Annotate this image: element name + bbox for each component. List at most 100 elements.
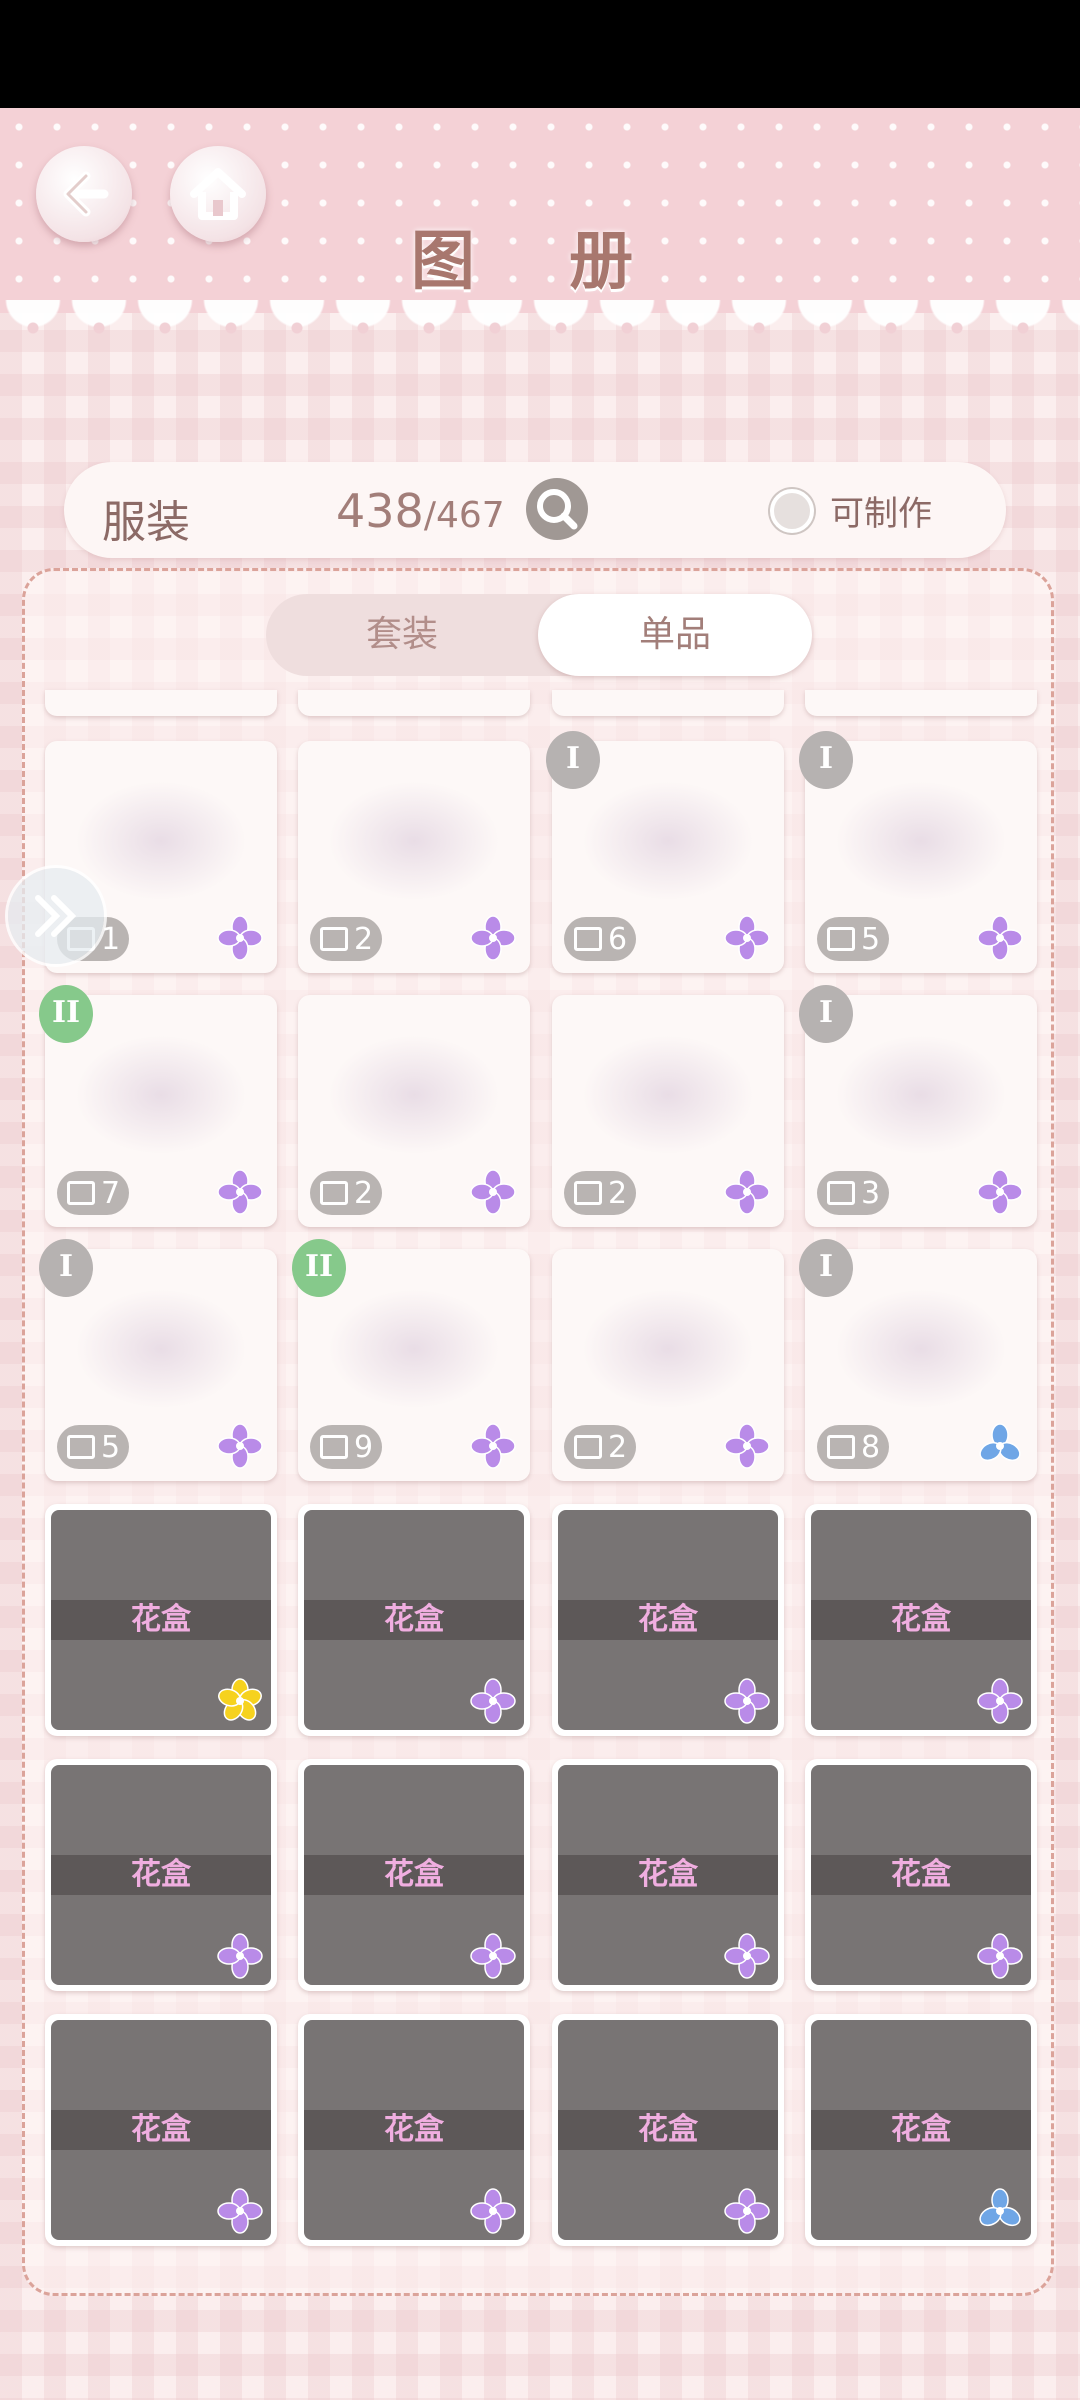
list-item[interactable]: 花盒 bbox=[298, 1504, 530, 1736]
wardrobe-icon bbox=[574, 1435, 602, 1459]
flower-box-label: 花盒 bbox=[558, 2110, 778, 2150]
owned-count-badge: 5 bbox=[817, 917, 889, 961]
wardrobe-icon bbox=[67, 1181, 95, 1205]
owned-count-badge: 7 bbox=[57, 1171, 129, 1215]
purple-flower-icon bbox=[724, 1169, 770, 1215]
list-item[interactable]: 5I bbox=[799, 731, 1037, 973]
purple-flower-icon bbox=[977, 1678, 1023, 1724]
wardrobe-icon bbox=[827, 1435, 855, 1459]
purple-flower-icon bbox=[724, 1678, 770, 1724]
owned-count: 5 bbox=[101, 1429, 121, 1465]
list-item[interactable]: 9 II bbox=[292, 1239, 530, 1481]
item-thumbnail bbox=[835, 1289, 1007, 1409]
item-thumbnail bbox=[582, 781, 754, 901]
tier-badge: II bbox=[39, 985, 93, 1043]
search-button[interactable] bbox=[526, 478, 588, 540]
purple-flower-icon bbox=[470, 2188, 516, 2234]
purple-flower-icon bbox=[724, 1933, 770, 1979]
list-item[interactable]: 花盒 bbox=[45, 1504, 277, 1736]
purple-flower-icon bbox=[217, 1423, 263, 1469]
list-item[interactable]: 2 bbox=[552, 1249, 784, 1481]
tab-sets[interactable]: 套装 bbox=[266, 594, 538, 676]
purple-flower-icon bbox=[217, 2188, 263, 2234]
list-item-partial[interactable] bbox=[45, 690, 277, 716]
tier-badge: I bbox=[799, 1239, 853, 1297]
purple-flower-icon bbox=[977, 1169, 1023, 1215]
list-item[interactable]: 8I bbox=[799, 1239, 1037, 1481]
owned-count-badge: 9 bbox=[310, 1425, 382, 1469]
wardrobe-icon bbox=[320, 1181, 348, 1205]
list-item[interactable]: 花盒 bbox=[805, 2014, 1037, 2246]
list-item-partial[interactable] bbox=[805, 690, 1037, 716]
owned-count: 438 bbox=[336, 484, 424, 538]
list-item[interactable]: 5I bbox=[39, 1239, 277, 1481]
owned-count: 9 bbox=[354, 1429, 374, 1465]
tier-badge: I bbox=[799, 731, 853, 789]
list-item[interactable]: 6I bbox=[546, 731, 784, 973]
purple-flower-icon bbox=[217, 1933, 263, 1979]
owned-count: 2 bbox=[354, 1175, 374, 1211]
list-item[interactable]: 花盒 bbox=[298, 2014, 530, 2246]
wardrobe-icon bbox=[320, 927, 348, 951]
tier-badge: I bbox=[39, 1239, 93, 1297]
item-thumbnail bbox=[582, 1289, 754, 1409]
list-item[interactable]: 花盒 bbox=[298, 1759, 530, 1991]
category-label: 服装 bbox=[102, 497, 190, 548]
owned-count: 6 bbox=[608, 921, 628, 957]
purple-flower-icon bbox=[217, 915, 263, 961]
item-thumbnail bbox=[835, 781, 1007, 901]
status-bar bbox=[0, 0, 1080, 108]
tab-single-items[interactable]: 单品 bbox=[538, 594, 812, 676]
list-item[interactable]: 2 bbox=[298, 995, 530, 1227]
list-item[interactable]: 花盒 bbox=[552, 1759, 784, 1991]
wardrobe-icon bbox=[574, 927, 602, 951]
list-item[interactable]: 花盒 bbox=[45, 1759, 277, 1991]
list-item[interactable]: 花盒 bbox=[45, 2014, 277, 2246]
wardrobe-icon bbox=[320, 1435, 348, 1459]
craftable-radio[interactable] bbox=[770, 488, 814, 533]
double-chevron-right-icon bbox=[35, 895, 77, 937]
purple-flower-icon bbox=[470, 1169, 516, 1215]
list-item-partial[interactable] bbox=[552, 690, 784, 716]
expand-sidebar-button[interactable] bbox=[8, 868, 104, 964]
flower-box-label: 花盒 bbox=[558, 1600, 778, 1640]
list-item[interactable]: 花盒 bbox=[552, 2014, 784, 2246]
list-item[interactable]: 花盒 bbox=[805, 1504, 1037, 1736]
purple-flower-icon bbox=[724, 915, 770, 961]
flower-box-label: 花盒 bbox=[304, 2110, 524, 2150]
flower-box-label: 花盒 bbox=[304, 1855, 524, 1895]
craftable-toggle[interactable]: 可制作 bbox=[770, 486, 932, 535]
list-item-partial[interactable] bbox=[298, 690, 530, 716]
info-bar: 服装 438/467 可制作 bbox=[64, 462, 1006, 558]
list-item[interactable]: 花盒 bbox=[805, 1759, 1037, 1991]
list-item[interactable]: 3I bbox=[799, 985, 1037, 1227]
owned-count: 2 bbox=[608, 1175, 628, 1211]
list-item[interactable]: 花盒 bbox=[552, 1504, 784, 1736]
owned-count-badge: 2 bbox=[564, 1171, 636, 1215]
purple-flower-icon bbox=[470, 1678, 516, 1724]
list-item[interactable]: 7 II bbox=[39, 985, 277, 1227]
list-item[interactable]: 2 bbox=[298, 741, 530, 973]
flower-box-label: 花盒 bbox=[51, 1855, 271, 1895]
collection-count: 438/467 bbox=[336, 484, 505, 538]
item-thumbnail bbox=[75, 1289, 247, 1409]
search-icon bbox=[537, 489, 578, 530]
flower-box-label: 花盒 bbox=[51, 1600, 271, 1640]
list-item[interactable]: 2 bbox=[552, 995, 784, 1227]
purple-flower-icon bbox=[470, 1423, 516, 1469]
purple-flower-icon bbox=[724, 2188, 770, 2234]
owned-count: 7 bbox=[101, 1175, 121, 1211]
blue-flower-icon bbox=[979, 1423, 1021, 1462]
craftable-label: 可制作 bbox=[830, 494, 932, 534]
flower-box-label: 花盒 bbox=[811, 2110, 1031, 2150]
lace-dots bbox=[0, 318, 1080, 338]
flower-box-label: 花盒 bbox=[558, 1855, 778, 1895]
purple-flower-icon bbox=[977, 915, 1023, 961]
owned-count-badge: 6 bbox=[564, 917, 636, 961]
owned-count: 2 bbox=[608, 1429, 628, 1465]
total-count: /467 bbox=[423, 495, 505, 536]
owned-count: 3 bbox=[861, 1175, 881, 1211]
wardrobe-icon bbox=[827, 927, 855, 951]
purple-flower-icon bbox=[977, 1933, 1023, 1979]
owned-count-badge: 3 bbox=[817, 1171, 889, 1215]
